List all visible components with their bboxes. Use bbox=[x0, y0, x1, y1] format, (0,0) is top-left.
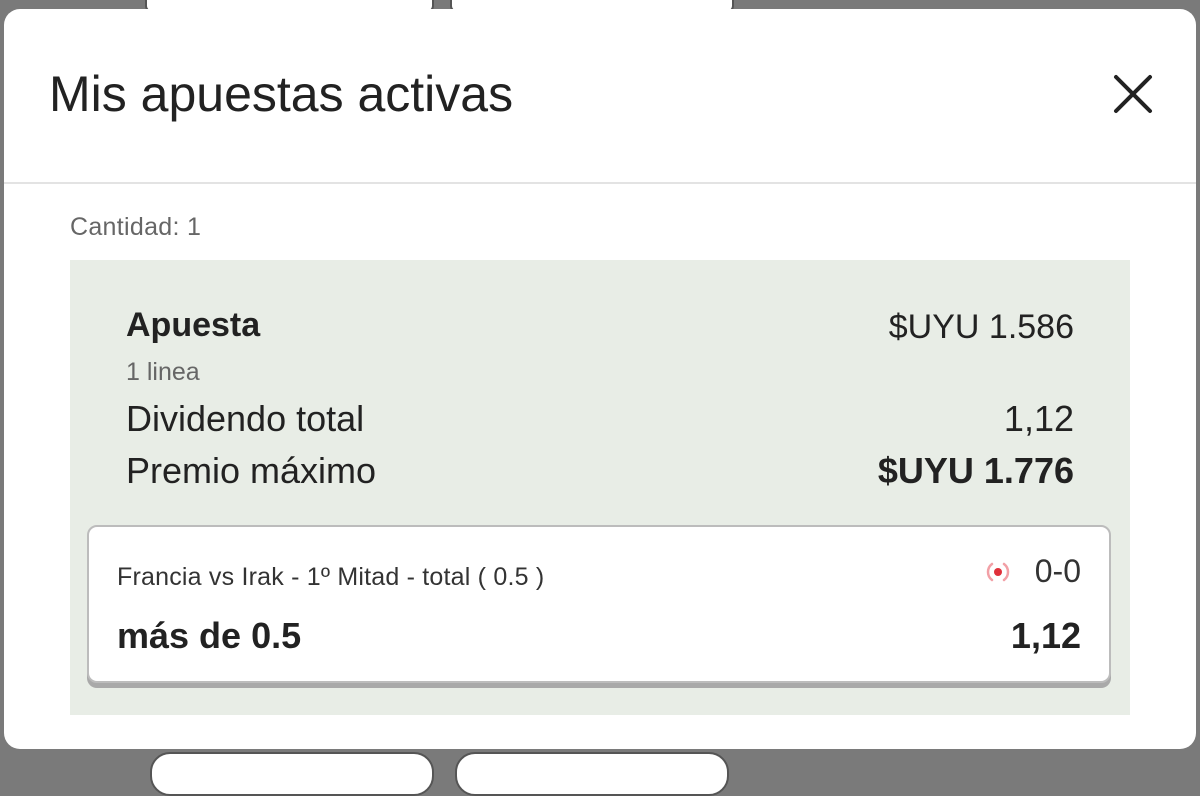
selection-score: 0-0 bbox=[1034, 553, 1081, 589]
close-icon bbox=[1114, 75, 1152, 113]
bet-amount: $UYU 1.586 bbox=[888, 308, 1074, 346]
bet-panel: Apuesta $UYU 1.586 1 linea Dividendo tot… bbox=[70, 260, 1130, 715]
selection-card[interactable]: Francia vs Irak - 1º Mitad - total ( 0.5… bbox=[87, 525, 1111, 683]
live-indicator-icon bbox=[986, 562, 1010, 582]
selection-market: Francia vs Irak - 1º Mitad - total ( 0.5… bbox=[117, 563, 545, 591]
lines-count: 1 linea bbox=[126, 358, 200, 386]
bet-quantity: Cantidad: 1 bbox=[70, 213, 202, 241]
selection-pick: más de 0.5 bbox=[117, 615, 302, 656]
modal-title: Mis apuestas activas bbox=[49, 66, 514, 122]
close-button[interactable] bbox=[1110, 71, 1156, 117]
dividend-label: Dividendo total bbox=[126, 398, 365, 439]
bet-label: Apuesta bbox=[126, 306, 261, 344]
background-button-left bbox=[150, 752, 434, 796]
dividend-value: 1,12 bbox=[1003, 398, 1074, 439]
selection-odds: 1,12 bbox=[1010, 615, 1081, 656]
max-prize-label: Premio máximo bbox=[126, 450, 377, 491]
max-prize-value: $UYU 1.776 bbox=[877, 450, 1074, 491]
background-button-right bbox=[455, 752, 729, 796]
modal-header: Mis apuestas activas bbox=[4, 9, 1196, 184]
active-bets-modal: Mis apuestas activas Cantidad: 1 Apuesta… bbox=[4, 9, 1196, 749]
